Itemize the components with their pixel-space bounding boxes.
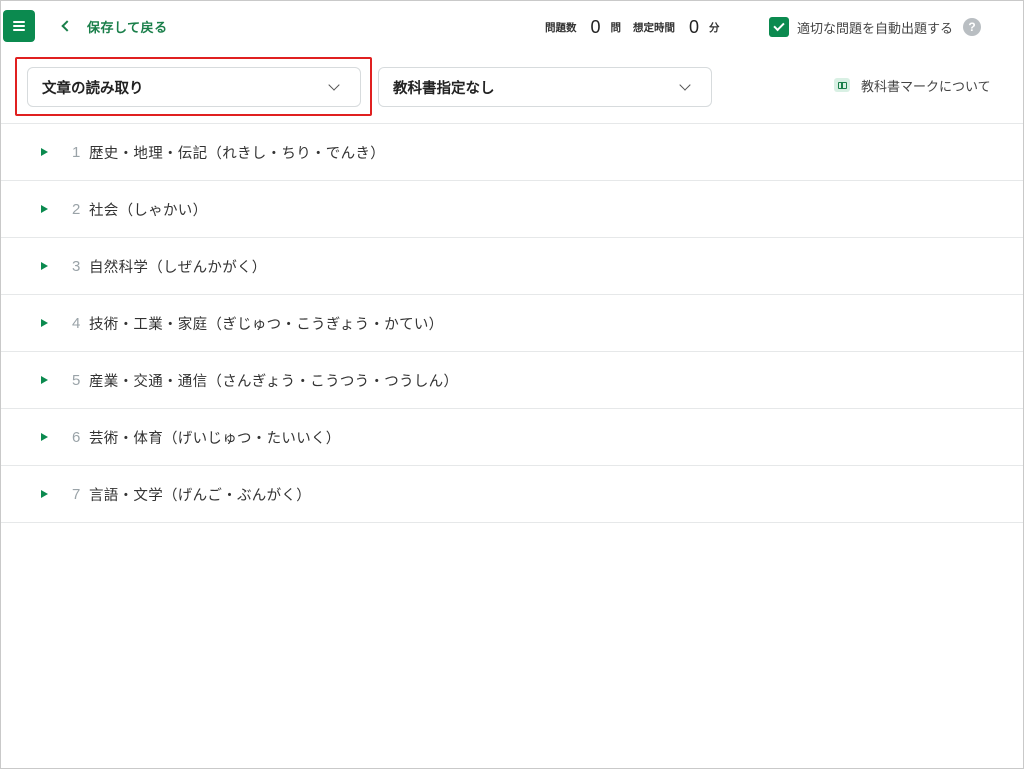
menu-button[interactable] xyxy=(3,10,35,42)
topic-number: 5 xyxy=(72,371,81,389)
topic-label: 技術・工業・家庭（ぎじゅつ・こうぎょう・かてい） xyxy=(89,316,444,333)
topic-number: 4 xyxy=(72,314,81,332)
save-and-back-button[interactable]: 保存して戻る xyxy=(59,15,168,37)
topic-label: 産業・交通・通信（さんぎょう・こうつう・つうしん） xyxy=(89,373,459,390)
chevron-left-icon xyxy=(61,20,73,32)
topic-label: 自然科学（しぜんかがく） xyxy=(89,259,267,276)
chevron-down-icon xyxy=(679,79,691,91)
topic-row[interactable]: 3 自然科学（しぜんかがく） xyxy=(1,238,1023,295)
expand-triangle-icon xyxy=(41,148,48,156)
chevron-down-icon xyxy=(328,79,340,91)
question-count-label: 問題数 xyxy=(545,21,577,34)
auto-select-checkbox[interactable] xyxy=(769,17,789,37)
textbook-select-value: 教科書指定なし xyxy=(393,80,495,97)
topic-row[interactable]: 1 歴史・地理・伝記（れきし・ちり・でんき） xyxy=(1,124,1023,181)
expand-triangle-icon xyxy=(41,319,48,327)
question-stats: 問題数 0 問 想定時間 0 分 xyxy=(545,13,720,41)
topic-list: 1 歴史・地理・伝記（れきし・ちり・でんき） 2 社会（しゃかい） 3 自然科学… xyxy=(1,123,1023,523)
checkmark-icon xyxy=(773,19,785,32)
topic-number: 7 xyxy=(72,485,81,503)
question-count-unit: 問 xyxy=(610,21,622,34)
topic-number: 3 xyxy=(72,257,81,275)
topic-label: 芸術・体育（げいじゅつ・たいいく） xyxy=(89,430,341,447)
expand-triangle-icon xyxy=(41,490,48,498)
question-count-value: 0 xyxy=(590,16,601,37)
topic-row[interactable]: 6 芸術・体育（げいじゅつ・たいいく） xyxy=(1,409,1023,466)
estimated-time-value: 0 xyxy=(689,16,700,37)
estimated-time-unit: 分 xyxy=(709,21,720,34)
help-icon[interactable]: ? xyxy=(963,18,982,36)
estimated-time-label: 想定時間 xyxy=(633,21,676,34)
topic-label: 社会（しゃかい） xyxy=(89,202,208,219)
auto-select-toggle[interactable]: 適切な問題を自動出題する ? xyxy=(769,16,982,38)
category-select[interactable]: 文章の読み取り xyxy=(27,67,361,107)
expand-triangle-icon xyxy=(41,376,48,384)
topic-number: 2 xyxy=(72,200,81,218)
topic-row[interactable]: 4 技術・工業・家庭（ぎじゅつ・こうぎょう・かてい） xyxy=(1,295,1023,352)
expand-triangle-icon xyxy=(41,205,48,213)
save-and-back-label: 保存して戻る xyxy=(87,20,168,36)
textbook-mark-link[interactable]: 教科書マークについて xyxy=(834,75,991,95)
category-select-value: 文章の読み取り xyxy=(42,80,144,97)
expand-triangle-icon xyxy=(41,262,48,270)
expand-triangle-icon xyxy=(41,433,48,441)
app-window: 保存して戻る 問題数 0 問 想定時間 0 分 適切な問題を自動出題する ? 文… xyxy=(1,1,1023,768)
textbook-select[interactable]: 教科書指定なし xyxy=(378,67,712,107)
topic-number: 1 xyxy=(72,143,81,161)
topic-row[interactable]: 2 社会（しゃかい） xyxy=(1,181,1023,238)
topic-number: 6 xyxy=(72,428,81,446)
top-bar: 保存して戻る 問題数 0 問 想定時間 0 分 適切な問題を自動出題する ? xyxy=(1,1,1023,51)
topic-row[interactable]: 7 言語・文学（げんご・ぶんがく） xyxy=(1,466,1023,523)
auto-select-label: 適切な問題を自動出題する xyxy=(797,21,954,37)
hamburger-icon xyxy=(13,21,25,31)
topic-label: 言語・文学（げんご・ぶんがく） xyxy=(89,487,311,504)
textbook-mark-label: 教科書マークについて xyxy=(861,79,991,95)
topic-row[interactable]: 5 産業・交通・通信（さんぎょう・こうつう・つうしん） xyxy=(1,352,1023,409)
topic-label: 歴史・地理・伝記（れきし・ちり・でんき） xyxy=(89,145,385,162)
book-icon xyxy=(834,78,850,92)
